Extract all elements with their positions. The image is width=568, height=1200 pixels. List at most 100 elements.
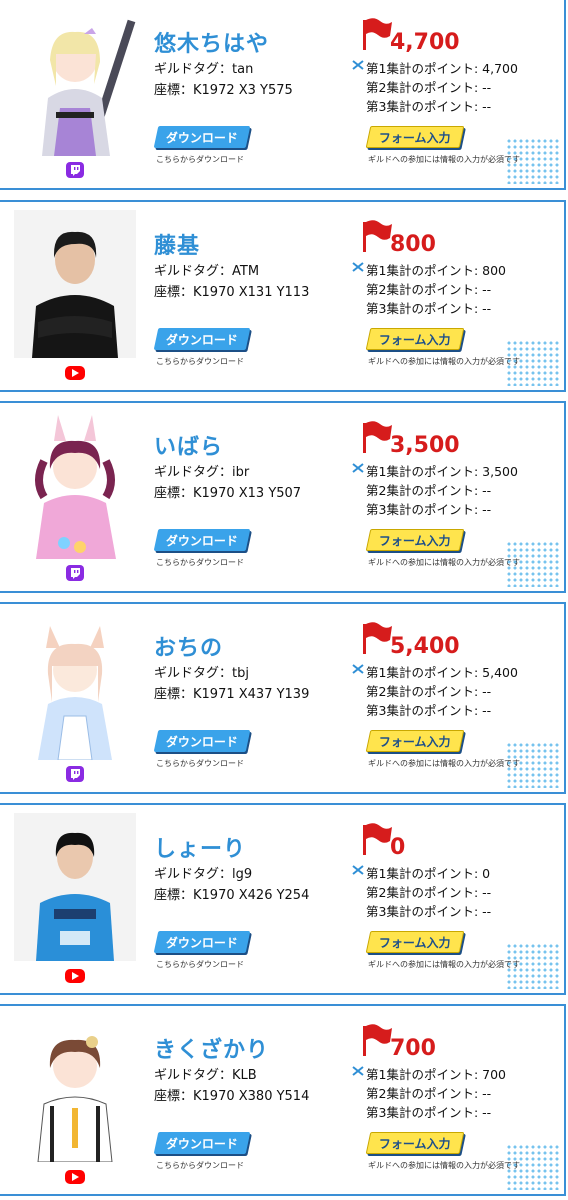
total-points: 700: [390, 1036, 436, 1061]
aggregate-1: 第1集計のポイント: 3,500: [366, 464, 518, 479]
aggregate-3: 第3集計のポイント: --: [366, 904, 492, 919]
aggregate-2: 第2集計のポイント: --: [366, 483, 492, 498]
coordinates: 座標：K1970 X13 Y507: [154, 486, 302, 501]
guild-tag: ギルドタグ：ATM: [154, 264, 260, 279]
flag-icon: [363, 823, 392, 855]
aggregate-3: 第3集計のポイント: --: [366, 1105, 492, 1120]
download-note: こちらからダウンロード: [156, 1161, 244, 1170]
download-note: こちらからダウンロード: [156, 558, 244, 567]
aggregate-3: 第3集計のポイント: --: [366, 99, 492, 114]
aggregate-3: 第3集計のポイント: --: [366, 301, 492, 316]
total-points: 4,700: [390, 30, 460, 55]
form-note: ギルドへの参加には情報の入力が必須です: [368, 155, 520, 164]
aggregate-1: 第1集計のポイント: 5,400: [366, 665, 518, 680]
guild-tag: ギルドタグ：lg9: [154, 867, 253, 882]
player-name: 悠木ちはや: [154, 32, 270, 57]
flag-icon: [363, 1024, 392, 1056]
guild-tag: ギルドタグ：KLB: [154, 1068, 257, 1083]
player-name: きくざかり: [154, 1038, 270, 1063]
player-portrait: [14, 1014, 136, 1162]
download-button[interactable]: ダウンロード: [153, 1132, 251, 1154]
player-card: きくざかり ギルドタグ：KLB 座標：K1970 X380 Y514 700 第…: [0, 1004, 566, 1196]
x-logo-icon: [352, 60, 364, 70]
flag-icon: [363, 18, 392, 50]
download-button[interactable]: ダウンロード: [153, 328, 251, 350]
x-logo-icon: [352, 1066, 364, 1076]
guild-tag: ギルドタグ：tbj: [154, 666, 249, 681]
decorative-dots: [506, 742, 560, 788]
download-button[interactable]: ダウンロード: [153, 931, 251, 953]
player-name: しょーり: [154, 837, 247, 862]
form-note: ギルドへの参加には情報の入力が必須です: [368, 759, 520, 768]
aggregate-1: 第1集計のポイント: 0: [366, 866, 491, 881]
x-logo-icon: [352, 262, 364, 272]
download-note: こちらからダウンロード: [156, 759, 244, 768]
aggregate-1: 第1集計のポイント: 4,700: [366, 61, 518, 76]
download-note: こちらからダウンロード: [156, 357, 244, 366]
player-card: 藤基 ギルドタグ：ATM 座標：K1970 X131 Y113 800 第1集計…: [0, 200, 566, 392]
coordinates: 座標：K1970 X426 Y254: [154, 888, 310, 903]
download-button[interactable]: ダウンロード: [153, 126, 251, 148]
youtube-icon[interactable]: [65, 1170, 85, 1184]
character-illustration: [35, 415, 116, 559]
player-card: しょーり ギルドタグ：lg9 座標：K1970 X426 Y254 0 第1集計…: [0, 803, 566, 995]
aggregate-1: 第1集計のポイント: 700: [366, 1067, 506, 1082]
aggregate-3: 第3集計のポイント: --: [366, 502, 492, 517]
aggregate-2: 第2集計のポイント: --: [366, 80, 492, 95]
download-button[interactable]: ダウンロード: [153, 529, 251, 551]
character-illustration: [37, 1036, 113, 1162]
form-input-button[interactable]: フォーム入力: [365, 730, 465, 752]
flag-icon: [363, 220, 392, 252]
youtube-icon[interactable]: [65, 969, 85, 983]
player-card: いばら ギルドタグ：ibr 座標：K1970 X13 Y507 3,500 第1…: [0, 401, 566, 593]
form-note: ギルドへの参加には情報の入力が必須です: [368, 357, 520, 366]
x-logo-icon: [352, 463, 364, 473]
coordinates: 座標：K1970 X380 Y514: [154, 1089, 310, 1104]
player-card: 悠木ちはや ギルドタグ：tan 座標：K1972 X3 Y575 4,700 第…: [0, 0, 566, 190]
form-input-button[interactable]: フォーム入力: [365, 529, 465, 551]
character-illustration: [42, 19, 136, 156]
decorative-dots: [506, 138, 560, 184]
twitch-icon[interactable]: [66, 162, 84, 178]
form-input-button[interactable]: フォーム入力: [365, 931, 465, 953]
coordinates: 座標：K1972 X3 Y575: [154, 83, 293, 98]
player-portrait: [14, 813, 136, 961]
player-card: おちの ギルドタグ：tbj 座標：K1971 X437 Y139 5,400 第…: [0, 602, 566, 794]
decorative-dots: [506, 340, 560, 386]
form-note: ギルドへの参加には情報の入力が必須です: [368, 1161, 520, 1170]
twitch-icon[interactable]: [66, 565, 84, 581]
player-portrait: [14, 8, 136, 156]
player-photo: [32, 231, 118, 358]
twitch-icon[interactable]: [66, 766, 84, 782]
decorative-dots: [506, 1144, 560, 1190]
aggregate-3: 第3集計のポイント: --: [366, 703, 492, 718]
guild-tag: ギルドタグ：tan: [154, 62, 254, 77]
player-portrait: [14, 612, 136, 760]
guild-tag: ギルドタグ：ibr: [154, 465, 250, 480]
total-points: 0: [390, 835, 406, 860]
form-note: ギルドへの参加には情報の入力が必須です: [368, 558, 520, 567]
x-logo-icon: [352, 865, 364, 875]
decorative-dots: [506, 541, 560, 587]
download-note: こちらからダウンロード: [156, 960, 244, 969]
player-portrait: [14, 210, 136, 358]
coordinates: 座標：K1970 X131 Y113: [154, 285, 310, 300]
coordinates: 座標：K1971 X437 Y139: [154, 687, 310, 702]
form-input-button[interactable]: フォーム入力: [365, 1132, 465, 1154]
form-input-button[interactable]: フォーム入力: [365, 328, 465, 350]
decorative-dots: [506, 943, 560, 989]
player-name: いばら: [154, 435, 224, 460]
flag-icon: [363, 421, 392, 453]
player-photo: [36, 832, 114, 961]
character-illustration: [38, 626, 112, 760]
download-note: こちらからダウンロード: [156, 155, 244, 164]
aggregate-2: 第2集計のポイント: --: [366, 885, 492, 900]
youtube-icon[interactable]: [65, 366, 85, 380]
form-input-button[interactable]: フォーム入力: [365, 126, 465, 148]
aggregate-2: 第2集計のポイント: --: [366, 282, 492, 297]
x-logo-icon: [352, 664, 364, 674]
form-note: ギルドへの参加には情報の入力が必須です: [368, 960, 520, 969]
player-name: 藤基: [154, 234, 201, 259]
total-points: 800: [390, 232, 436, 257]
download-button[interactable]: ダウンロード: [153, 730, 251, 752]
